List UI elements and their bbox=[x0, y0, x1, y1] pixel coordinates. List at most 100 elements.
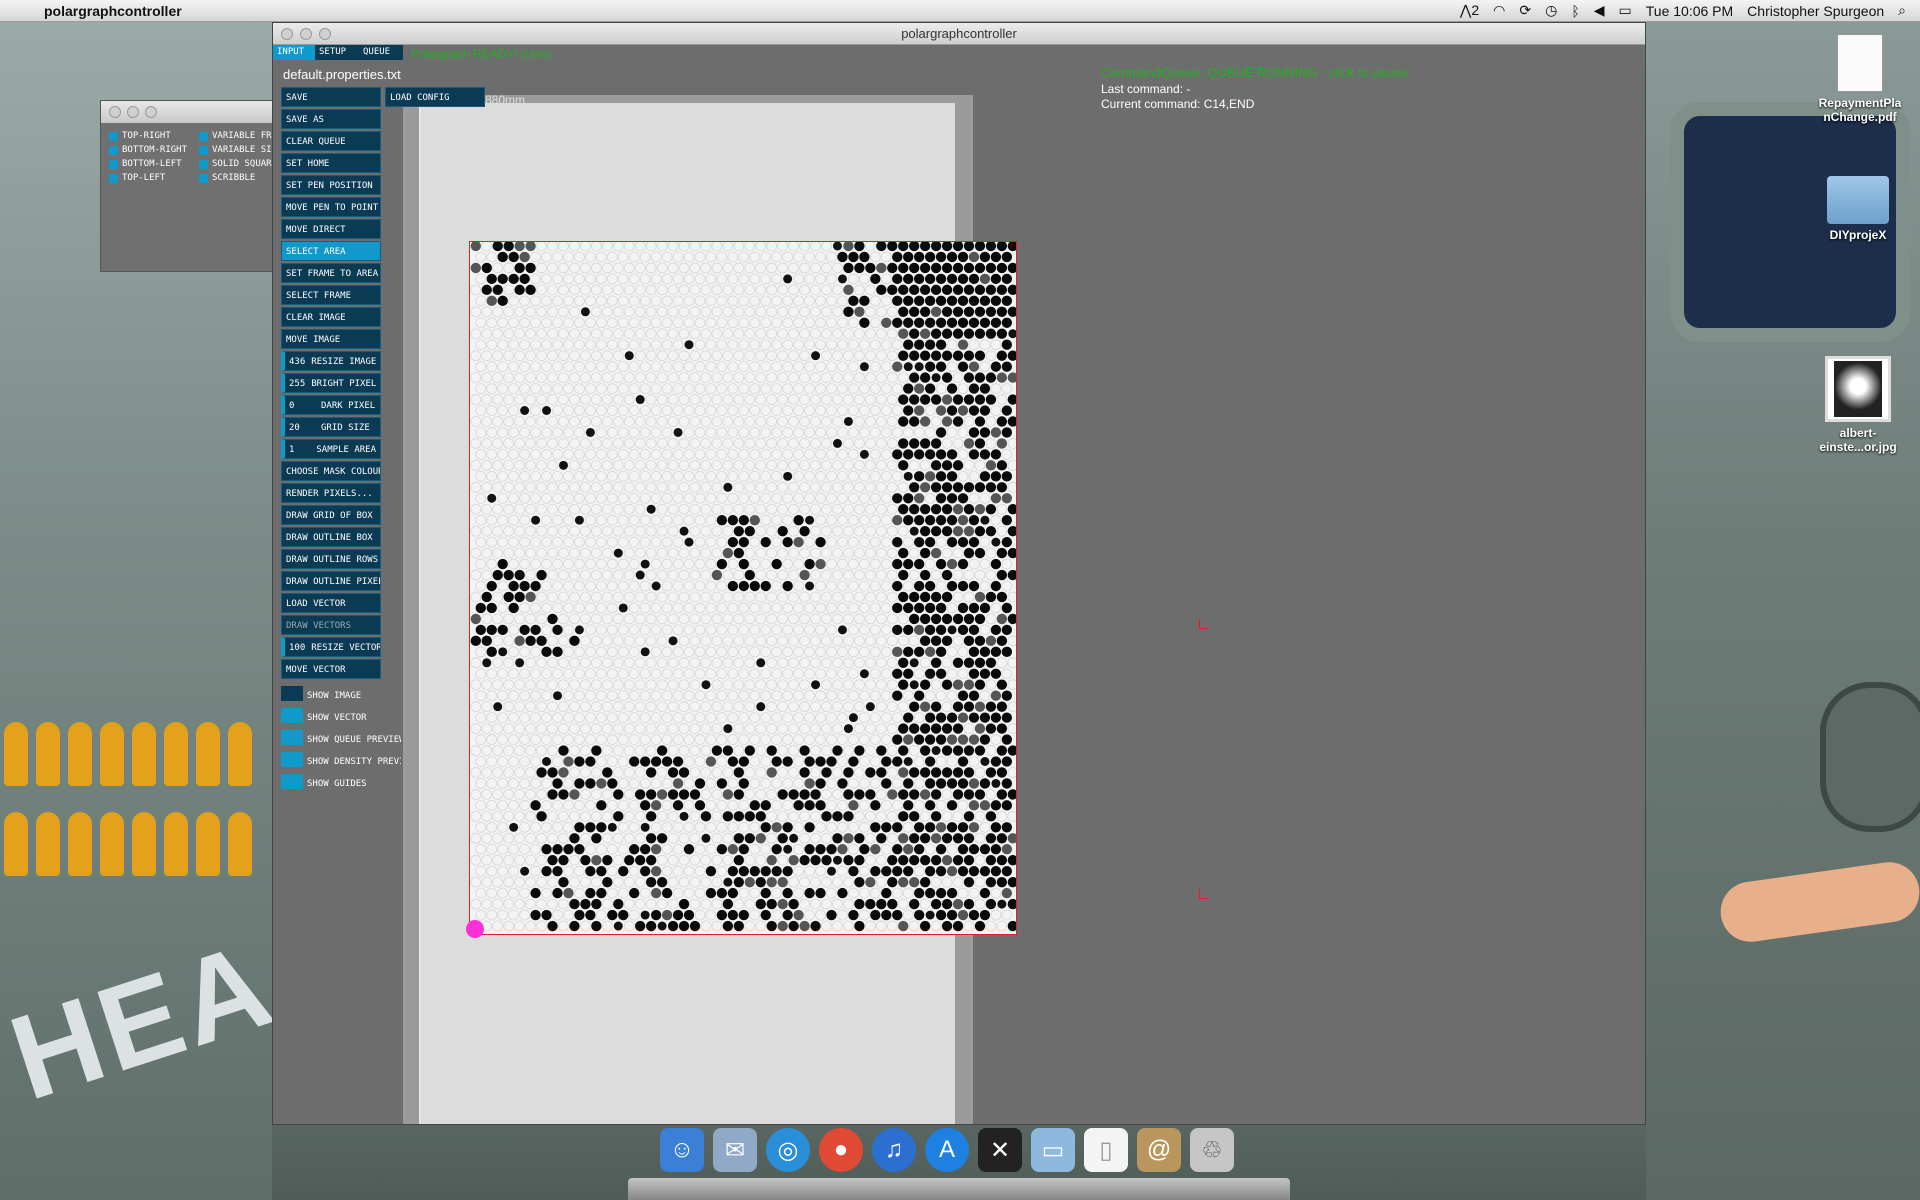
menubar-clock[interactable]: Tue 10:06 PM bbox=[1646, 3, 1733, 19]
sample-area-value[interactable]: 1 bbox=[289, 445, 310, 458]
minimize-window-icon[interactable] bbox=[127, 106, 139, 118]
show-vector-toggle[interactable]: SHOW VECTOR bbox=[281, 703, 401, 723]
checkbox-icon[interactable] bbox=[199, 159, 208, 169]
appstore-icon[interactable]: A bbox=[925, 1128, 969, 1172]
draw-outline-rows-button[interactable]: DRAW OUTLINE ROWS bbox=[281, 549, 381, 569]
home-point-marker[interactable] bbox=[466, 920, 484, 938]
load-vector-button[interactable]: LOAD VECTOR bbox=[281, 593, 381, 613]
wifi-icon[interactable]: ◠ bbox=[1493, 2, 1505, 19]
show-density-preview-toggle[interactable]: SHOW DENSITY PREVIEW bbox=[281, 747, 401, 767]
volume-icon[interactable]: ◀ bbox=[1594, 2, 1605, 19]
adobe-updater-icon[interactable]: ⋀2 bbox=[1460, 2, 1479, 19]
desktop-icon-folder[interactable]: DIYprojeX bbox=[1808, 176, 1908, 242]
command-queue-status[interactable]: CommandQueue: QUEUE RUNNING - click to p… bbox=[1101, 65, 1408, 80]
polargraph-icon[interactable]: ✕ bbox=[978, 1128, 1022, 1172]
load-config-button[interactable]: LOAD CONFIG bbox=[385, 87, 485, 107]
desktop-icon-jpg[interactable]: albert- einste...or.jpg bbox=[1808, 356, 1908, 454]
toggle-switch-icon[interactable] bbox=[281, 708, 303, 723]
option-bottom-right[interactable]: BOTTOM-RIGHT bbox=[109, 145, 199, 155]
save-button[interactable]: SAVE bbox=[281, 87, 381, 107]
properties-filename: default.properties.txt bbox=[283, 67, 401, 82]
checkbox-icon[interactable] bbox=[109, 145, 118, 155]
toggle-switch-icon[interactable] bbox=[281, 774, 303, 789]
set-frame-to-area-button[interactable]: SET FRAME TO AREA bbox=[281, 263, 381, 283]
dark-pixel-value[interactable]: 0 bbox=[289, 401, 315, 414]
option-top-left[interactable]: TOP-LEFT bbox=[109, 173, 199, 183]
main-window-titlebar[interactable]: polargraphcontroller bbox=[273, 23, 1645, 45]
select-frame-button[interactable]: SELECT FRAME bbox=[281, 285, 381, 305]
checkbox-icon[interactable] bbox=[199, 173, 208, 183]
move-vector-button[interactable]: MOVE VECTOR bbox=[281, 659, 381, 679]
bluetooth-icon[interactable]: ᛒ bbox=[1571, 3, 1579, 19]
trash-icon[interactable]: ♲ bbox=[1190, 1128, 1234, 1172]
close-window-icon[interactable] bbox=[281, 27, 293, 40]
options-window-titlebar[interactable] bbox=[101, 101, 289, 123]
render-pixels-button[interactable]: RENDER PIXELS... bbox=[281, 483, 381, 503]
folder-icon[interactable]: ▭ bbox=[1031, 1128, 1075, 1172]
tab-queue[interactable]: QUEUE bbox=[359, 45, 403, 60]
save-as-button[interactable]: SAVE AS bbox=[281, 109, 381, 129]
option-top-right[interactable]: TOP-RIGHT bbox=[109, 131, 199, 141]
choose-mask-colour-button[interactable]: CHOOSE MASK COLOUR bbox=[281, 461, 381, 481]
image-preview-frame[interactable] bbox=[469, 241, 1017, 935]
checkbox-icon[interactable] bbox=[109, 159, 118, 169]
draw-grid-of-box-button[interactable]: DRAW GRID OF BOX bbox=[281, 505, 381, 525]
time-machine-icon[interactable]: ◷ bbox=[1545, 2, 1557, 19]
draw-vectors-button[interactable]: DRAW VECTORS bbox=[281, 615, 381, 635]
itunes-icon[interactable]: ♫ bbox=[872, 1128, 916, 1172]
checkbox-icon[interactable] bbox=[109, 173, 118, 183]
sync-icon[interactable]: ⟳ bbox=[1519, 2, 1531, 19]
finder-icon[interactable]: ☺ bbox=[660, 1128, 704, 1172]
show-queue-preview-toggle[interactable]: SHOW QUEUE PREVIEW bbox=[281, 725, 401, 745]
grid-size-button[interactable]: 20 GRID SIZE bbox=[281, 417, 381, 437]
battery-icon[interactable]: ▭ bbox=[1619, 2, 1632, 19]
checkbox-icon[interactable] bbox=[199, 131, 208, 141]
chrome-icon[interactable]: ● bbox=[819, 1128, 863, 1172]
document-icon[interactable]: ▯ bbox=[1084, 1128, 1128, 1172]
menubar-user[interactable]: Christopher Spurgeon bbox=[1747, 3, 1884, 19]
clear-image-button[interactable]: CLEAR IMAGE bbox=[281, 307, 381, 327]
move-pen-to-point-button[interactable]: MOVE PEN TO POINT bbox=[281, 197, 381, 217]
move-direct-button[interactable]: MOVE DIRECT bbox=[281, 219, 381, 239]
draw-outline-box-button[interactable]: DRAW OUTLINE BOX bbox=[281, 527, 381, 547]
clear-queue-button[interactable]: CLEAR QUEUE bbox=[281, 131, 381, 151]
resize-vector-button[interactable]: 100 RESIZE VECTOR bbox=[281, 637, 381, 657]
render-options-list: TOP-RIGHT VARIABLE FRE BOTTOM-RIGHT VARI… bbox=[101, 123, 289, 191]
safari-icon[interactable]: ◎ bbox=[766, 1128, 810, 1172]
dark-pixel-button[interactable]: 0 DARK PIXEL bbox=[281, 395, 381, 415]
last-command: Last command: - bbox=[1101, 82, 1191, 96]
sample-area-button[interactable]: 1 SAMPLE AREA bbox=[281, 439, 381, 459]
bright-pixel-button[interactable]: 255 BRIGHT PIXEL bbox=[281, 373, 381, 393]
draw-outline-pixels-button[interactable]: DRAW OUTLINE PIXELS bbox=[281, 571, 381, 591]
bright-pixel-value[interactable]: 255 bbox=[289, 379, 305, 392]
toggle-switch-icon[interactable] bbox=[281, 686, 303, 701]
show-guides-toggle[interactable]: SHOW GUIDES bbox=[281, 769, 401, 789]
close-window-icon[interactable] bbox=[109, 106, 121, 118]
desktop-icon-pdf[interactable]: RepaymentPla nChange.pdf bbox=[1810, 34, 1910, 124]
grid-size-value[interactable]: 20 bbox=[289, 423, 315, 436]
checkbox-icon[interactable] bbox=[199, 145, 208, 155]
move-image-button[interactable]: MOVE IMAGE bbox=[281, 329, 381, 349]
resize-vector-value[interactable]: 100 bbox=[289, 643, 305, 656]
option-bottom-left[interactable]: BOTTOM-LEFT bbox=[109, 159, 199, 169]
zoom-window-icon[interactable] bbox=[319, 27, 331, 40]
tab-input[interactable]: INPUT bbox=[273, 45, 315, 60]
minimize-window-icon[interactable] bbox=[300, 27, 312, 40]
tab-setup[interactable]: SETUP bbox=[315, 45, 359, 60]
contacts-icon[interactable]: @ bbox=[1137, 1128, 1181, 1172]
resize-image-button[interactable]: 436 RESIZE IMAGE bbox=[281, 351, 381, 371]
resize-image-value[interactable]: 436 bbox=[289, 357, 305, 370]
mail-icon[interactable]: ✉ bbox=[713, 1128, 757, 1172]
app-menu-name[interactable]: polargraphcontroller bbox=[44, 3, 182, 19]
show-image-toggle[interactable]: SHOW IMAGE bbox=[281, 681, 401, 701]
checkbox-icon[interactable] bbox=[109, 131, 118, 141]
show-guides-label: SHOW GUIDES bbox=[307, 779, 367, 789]
show-density-preview-label: SHOW DENSITY PREVIEW bbox=[307, 757, 401, 767]
zoom-window-icon[interactable] bbox=[145, 106, 157, 118]
spotlight-search-icon[interactable]: ⌕ bbox=[1898, 2, 1906, 19]
set-home-button[interactable]: SET HOME bbox=[281, 153, 381, 173]
toggle-switch-icon[interactable] bbox=[281, 752, 303, 767]
select-area-button[interactable]: SELECT AREA bbox=[281, 241, 381, 261]
toggle-switch-icon[interactable] bbox=[281, 730, 303, 745]
set-pen-position-button[interactable]: SET PEN POSITION bbox=[281, 175, 381, 195]
